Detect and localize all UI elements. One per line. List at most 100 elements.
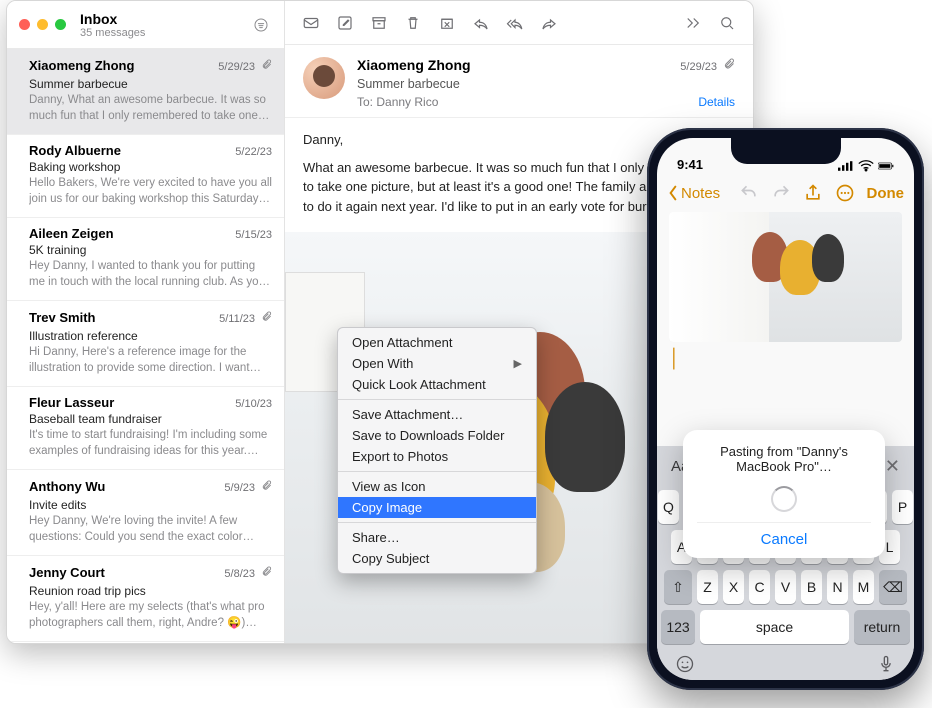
menu-item[interactable]: Export to Photos <box>338 446 536 467</box>
cancel-button[interactable]: Cancel <box>697 522 871 548</box>
mailbox-title: Inbox <box>80 11 145 27</box>
return-key[interactable]: return <box>854 610 910 644</box>
row-subject: Invite edits <box>29 498 272 512</box>
key[interactable]: N <box>827 570 848 604</box>
shift-key[interactable]: ⇧ <box>664 570 692 604</box>
close-window-icon[interactable] <box>19 19 30 30</box>
dictation-key-icon[interactable] <box>876 654 896 674</box>
more-icon[interactable] <box>677 8 709 38</box>
key[interactable]: X <box>723 570 744 604</box>
row-preview: Hey, y'all! Here are my selects (that's … <box>29 600 272 631</box>
junk-icon[interactable] <box>431 8 463 38</box>
row-subject: Illustration reference <box>29 329 272 343</box>
message-row[interactable]: Fleur Lasseur5/10/23Baseball team fundra… <box>7 387 284 470</box>
menu-item-label: Open With <box>352 356 413 371</box>
header-date: 5/29/23 <box>680 61 717 73</box>
to-label: To: <box>357 95 373 109</box>
message-row[interactable]: Rody Albuerne5/22/23Baking workshopHello… <box>7 135 284 218</box>
key[interactable]: C <box>749 570 770 604</box>
header-from: Xiaomeng Zhong <box>357 57 471 73</box>
key[interactable]: P <box>892 490 913 524</box>
mailbox-title-block: Inbox 35 messages <box>80 11 145 39</box>
zoom-window-icon[interactable] <box>55 19 66 30</box>
row-from: Trev Smith <box>29 310 95 325</box>
minimize-window-icon[interactable] <box>37 19 48 30</box>
row-preview: Hey Danny, I wanted to thank you for put… <box>29 259 272 290</box>
key[interactable]: B <box>801 570 822 604</box>
to-name: Danny Rico <box>376 95 438 109</box>
message-list-pane: Inbox 35 messages Xiaomeng Zhong5/29/23S… <box>7 1 285 643</box>
row-date: 5/22/23 <box>235 146 272 158</box>
message-row[interactable]: Rich Dinh5/5/23Trip to Zion National Par… <box>7 642 284 643</box>
row-date: 5/29/23 <box>218 61 255 73</box>
row-preview: Hello Bakers, We're very excited to have… <box>29 176 272 207</box>
chevron-left-icon <box>667 185 679 201</box>
key[interactable]: M <box>853 570 874 604</box>
menu-item-label: Quick Look Attachment <box>352 377 486 392</box>
undo-icon[interactable] <box>735 179 763 207</box>
key[interactable]: Z <box>697 570 718 604</box>
more-circle-icon[interactable] <box>831 179 859 207</box>
trash-icon[interactable] <box>397 8 429 38</box>
backspace-key[interactable]: ⌫ <box>879 570 907 604</box>
message-row[interactable]: Trev Smith 5/11/23 Illustration reference H… <box>7 301 284 387</box>
filter-icon[interactable] <box>250 14 272 36</box>
compose-icon[interactable] <box>329 8 361 38</box>
notes-nav: Notes Done <box>657 174 914 212</box>
message-row[interactable]: Aileen Zeigen5/15/235K trainingHey Danny… <box>7 218 284 301</box>
menu-item[interactable]: Copy Image <box>338 497 536 518</box>
space-key[interactable]: space <box>700 610 849 644</box>
reply-all-icon[interactable] <box>499 8 531 38</box>
context-menu[interactable]: Open Attachment Open With ▶ Quick Look Atta… <box>337 327 537 574</box>
row-date: 5/10/23 <box>235 398 272 410</box>
row-from: Jenny Court <box>29 565 105 580</box>
row-preview: Hi Danny, Here's a reference image for t… <box>29 345 272 376</box>
reply-icon[interactable] <box>465 8 497 38</box>
iphone-device: 9:41 Notes Done │ <box>647 128 924 690</box>
menu-item[interactable]: View as Icon <box>338 476 536 497</box>
note-body[interactable]: │ Pasting from "Danny's MacBook Pro"… Ca… <box>657 212 914 446</box>
menu-item[interactable]: Quick Look Attachment <box>338 374 536 395</box>
menu-item[interactable]: Save to Downloads Folder <box>338 425 536 446</box>
menu-item[interactable]: Copy Subject <box>338 548 536 569</box>
key[interactable]: Q <box>658 490 679 524</box>
message-row[interactable]: Xiaomeng Zhong5/29/23Summer barbecueDann… <box>7 49 284 135</box>
numbers-key[interactable]: 123 <box>661 610 695 644</box>
done-button[interactable]: Done <box>863 185 905 202</box>
emoji-key-icon[interactable] <box>675 654 695 674</box>
key[interactable]: V <box>775 570 796 604</box>
attachment-icon <box>261 478 272 496</box>
details-link[interactable]: Details <box>698 95 735 109</box>
row-date: 5/11/23 <box>219 313 255 325</box>
message-row[interactable]: Jenny Court5/8/23Reunion road trip picsH… <box>7 556 284 642</box>
row-subject: Summer barbecue <box>29 77 272 91</box>
forward-icon[interactable] <box>533 8 565 38</box>
row-date: 5/9/23 <box>224 482 255 494</box>
attachment-icon <box>261 57 272 75</box>
search-icon[interactable] <box>711 8 743 38</box>
text-cursor: │ <box>669 348 902 369</box>
row-preview: Danny, What an awesome barbecue. It was … <box>29 93 272 124</box>
menu-item[interactable]: Open Attachment <box>338 332 536 353</box>
menu-item[interactable]: Share… <box>338 527 536 548</box>
menu-item[interactable]: Open With ▶ <box>338 353 536 374</box>
attachment-icon <box>723 57 735 75</box>
message-list-header: Inbox 35 messages <box>7 1 284 49</box>
new-mail-icon[interactable] <box>295 8 327 38</box>
wifi-icon <box>858 160 874 172</box>
row-date: 5/8/23 <box>224 568 255 580</box>
archive-icon[interactable] <box>363 8 395 38</box>
message-rows: Xiaomeng Zhong5/29/23Summer barbecueDann… <box>7 49 284 643</box>
sender-avatar <box>303 57 345 99</box>
share-icon[interactable] <box>799 179 827 207</box>
back-button[interactable]: Notes <box>667 185 720 202</box>
message-row[interactable]: Anthony Wu5/9/23Invite editsHey Danny, W… <box>7 470 284 556</box>
menu-item-label: Open Attachment <box>352 335 452 350</box>
chevron-right-icon: ▶ <box>514 357 522 370</box>
redo-icon[interactable] <box>767 179 795 207</box>
window-controls[interactable] <box>19 19 66 30</box>
row-preview: Hey Danny, We're loving the invite! A fe… <box>29 514 272 545</box>
menu-item-label: Copy Subject <box>352 551 429 566</box>
menu-item[interactable]: Save Attachment… <box>338 404 536 425</box>
header-subject: Summer barbecue <box>357 77 735 91</box>
